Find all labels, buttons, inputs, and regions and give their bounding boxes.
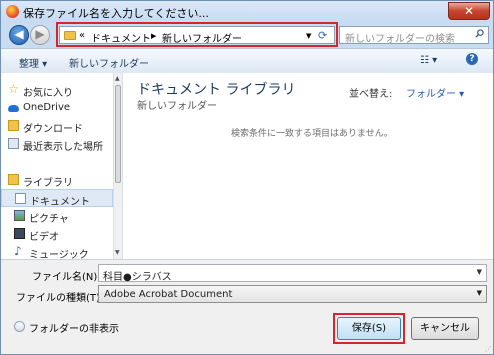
- navigation-pane: ☆ お気に入り OneDrive ダウンロード 最近表示した場所 ライブラリ ド…: [1, 73, 123, 261]
- star-icon: ☆: [8, 82, 19, 96]
- sidebar-item-label: ドキュメント: [30, 197, 90, 208]
- firefox-icon: [6, 5, 19, 18]
- sidebar-item-label: ダウンロード: [23, 124, 83, 135]
- library-title: ドキュメント ライブラリ: [137, 82, 296, 98]
- library-subtitle: 新しいフォルダー: [137, 101, 217, 112]
- resize-grip-icon[interactable]: ⋰: [485, 345, 492, 353]
- scroll-up-icon[interactable]: ▲: [115, 75, 120, 82]
- sidebar-item-label: ビデオ: [29, 232, 59, 243]
- sidebar-item-libraries[interactable]: ライブラリ: [1, 171, 113, 189]
- sidebar-item-onedrive[interactable]: OneDrive: [1, 99, 113, 117]
- content-area: ☆ お気に入り OneDrive ダウンロード 最近表示した場所 ライブラリ ド…: [1, 73, 493, 261]
- recent-places-icon: [8, 138, 19, 149]
- help-icon[interactable]: ?: [466, 53, 478, 65]
- download-icon: [8, 120, 19, 131]
- filetype-label: ファイルの種類(T):: [16, 293, 104, 304]
- sidebar-item-videos[interactable]: ビデオ: [1, 225, 113, 243]
- cloud-icon: [8, 105, 19, 112]
- window-title: 保存ファイル名を入力してください...: [23, 7, 209, 20]
- view-options-button[interactable]: ☷ ▾: [420, 55, 437, 66]
- hide-folders-toggle[interactable]: フォルダーの非表示: [14, 320, 119, 335]
- sidebar-item-recent-places[interactable]: 最近表示した場所: [1, 135, 113, 153]
- video-icon: [14, 228, 25, 239]
- search-icon[interactable]: [475, 29, 484, 38]
- new-folder-button[interactable]: 新しいフォルダー: [69, 55, 149, 70]
- filename-dropdown-icon[interactable]: ▼: [477, 268, 482, 276]
- empty-message: 検索条件に一致する項目はありません。: [231, 129, 393, 139]
- sidebar-item-documents[interactable]: ドキュメント: [1, 189, 113, 208]
- music-icon: ♪: [14, 244, 22, 258]
- scroll-thumb[interactable]: [115, 85, 121, 183]
- filetype-dropdown-icon[interactable]: ▼: [477, 289, 482, 297]
- filename-input[interactable]: 科目●シラバス: [103, 268, 172, 283]
- filetype-select[interactable]: Adobe Acrobat Document ▼: [98, 285, 487, 303]
- pictures-icon: [14, 210, 25, 221]
- title-bar: 保存ファイル名を入力してください... ✕: [1, 1, 493, 23]
- organize-button[interactable]: 整理 ▾: [19, 55, 47, 70]
- filename-field[interactable]: 科目●シラバス ▼: [98, 264, 487, 283]
- arrange-by-label: 並べ替え:: [349, 89, 393, 100]
- sidebar-item-downloads[interactable]: ダウンロード: [1, 117, 113, 135]
- close-button[interactable]: ✕: [448, 2, 490, 20]
- cancel-button[interactable]: キャンセル: [411, 317, 479, 340]
- scroll-down-icon[interactable]: ▼: [115, 249, 120, 256]
- forward-button[interactable]: ▶: [30, 25, 50, 45]
- sidebar-item-pictures[interactable]: ピクチャ: [1, 207, 113, 225]
- collapse-icon[interactable]: [14, 321, 25, 332]
- save-button-highlight: [333, 313, 405, 344]
- search-input[interactable]: 新しいフォルダーの検索: [345, 30, 455, 45]
- hide-folders-label: フォルダーの非表示: [29, 324, 119, 335]
- sidebar-item-label: ライブラリ: [23, 178, 73, 189]
- sidebar-item-label: 最近表示した場所: [23, 142, 103, 153]
- filetype-value: Adobe Acrobat Document: [104, 289, 233, 300]
- sidebar-item-label: お気に入り: [23, 88, 73, 99]
- save-dialog: 保存ファイル名を入力してください... ✕ ◀ ▶ « ドキュメント ▶ 新しい…: [0, 0, 494, 355]
- file-list-pane: ドキュメント ライブラリ 新しいフォルダー 並べ替え: フォルダー ▾ 検索条件…: [127, 73, 493, 259]
- search-box[interactable]: 新しいフォルダーの検索: [339, 26, 489, 45]
- command-bar: 整理 ▾ 新しいフォルダー ☷ ▾ ?: [1, 48, 493, 74]
- sidebar-item-label: ミュージック: [29, 250, 89, 261]
- library-icon: [8, 174, 19, 185]
- back-button[interactable]: ◀: [9, 25, 29, 45]
- documents-icon: [15, 193, 26, 204]
- sidebar-item-label: OneDrive: [23, 102, 71, 113]
- sidebar-item-music[interactable]: ♪ ミュージック: [1, 243, 113, 261]
- address-bar-highlight: [56, 22, 338, 47]
- sidebar-item-favorites[interactable]: ☆ お気に入り: [1, 81, 113, 99]
- sidebar-item-label: ピクチャ: [29, 214, 69, 225]
- arrange-by-dropdown[interactable]: フォルダー ▾: [406, 85, 464, 100]
- filename-label: ファイル名(N):: [32, 272, 101, 283]
